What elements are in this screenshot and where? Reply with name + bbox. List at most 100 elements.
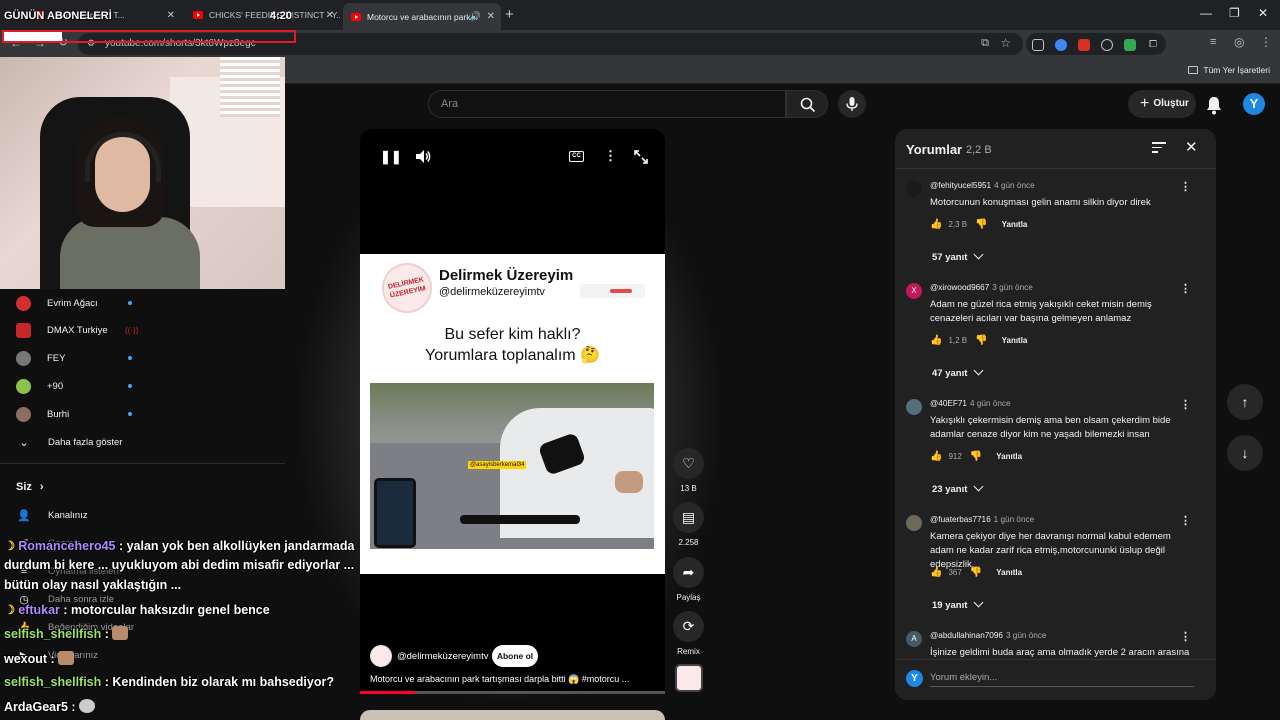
- comment-text: Yakışıklı çekermisin demiş ama ben olsam…: [930, 415, 1171, 440]
- close-tab-icon[interactable]: ✕: [326, 10, 334, 21]
- new-tab-icon[interactable]: +: [505, 6, 514, 23]
- comment-author[interactable]: @abdullahinan7096: [930, 631, 1003, 640]
- thumbs-up-icon[interactable]: 👍: [930, 219, 942, 230]
- sidebar-subscription[interactable]: +90: [16, 375, 136, 397]
- minimize-icon[interactable]: —: [1200, 6, 1212, 20]
- thumbs-down-icon[interactable]: 👎: [970, 451, 982, 462]
- next-short-preview[interactable]: [360, 710, 665, 720]
- channel-avatar: [16, 295, 31, 311]
- browser-menu-icon[interactable]: ⋮: [1260, 35, 1272, 49]
- video-progress-bar[interactable]: [360, 691, 665, 694]
- voice-search-button[interactable]: [838, 90, 866, 118]
- search-input[interactable]: Ara: [428, 90, 786, 118]
- browser-tab[interactable]: CHICKS' FEEDING INSTINCT - Y... ✕: [185, 4, 340, 26]
- like-button[interactable]: ♡: [673, 448, 704, 479]
- more-options-icon[interactable]: ⋮: [604, 148, 617, 164]
- close-tab-icon[interactable]: ✕: [167, 10, 175, 21]
- notifications-bell-icon[interactable]: [1203, 94, 1225, 116]
- close-tab-icon[interactable]: ✕: [487, 11, 495, 22]
- audio-playing-icon[interactable]: 🔊: [470, 11, 481, 22]
- comment-text: Kamera çekiyor diye her davranışı normal…: [930, 531, 1171, 570]
- view-replies-button[interactable]: 23 yanıt: [932, 481, 984, 495]
- comments-button[interactable]: ▤: [673, 502, 704, 533]
- sort-icon[interactable]: [1152, 142, 1166, 156]
- comment-author[interactable]: @fehityucel5951: [930, 181, 991, 190]
- create-button[interactable]: + Oluştur: [1128, 90, 1196, 118]
- comment-menu-icon[interactable]: ⋮: [1180, 398, 1191, 411]
- extension-icon[interactable]: [1055, 39, 1067, 51]
- channel-name[interactable]: @delirmeküzereyimtv: [397, 651, 488, 662]
- comment-author[interactable]: @40EF71: [930, 399, 967, 408]
- reading-list-icon[interactable]: ≡: [1210, 36, 1216, 48]
- sidebar-subscription[interactable]: Burhi: [16, 403, 136, 425]
- view-replies-button[interactable]: 19 yanıt: [932, 597, 984, 611]
- commenter-avatar[interactable]: [906, 181, 922, 197]
- chat-username: eftukar: [18, 603, 60, 617]
- show-more-button[interactable]: ⌄ Daha fazla göster: [16, 436, 122, 449]
- reply-button[interactable]: Yanıtla: [996, 568, 1022, 577]
- extension-icon[interactable]: [1101, 39, 1113, 51]
- volume-icon[interactable]: [415, 149, 432, 164]
- comment-author[interactable]: @xirowood9667: [930, 283, 989, 292]
- sound-thumbnail[interactable]: [675, 664, 703, 692]
- view-replies-button[interactable]: 47 yanıt: [932, 365, 984, 379]
- comment-menu-icon[interactable]: ⋮: [1180, 630, 1191, 643]
- previous-short-button[interactable]: ↑: [1227, 384, 1263, 420]
- close-icon[interactable]: ✕: [1185, 138, 1198, 156]
- comment-input[interactable]: Yorum ekleyin...: [930, 672, 1194, 687]
- sidebar-subscription[interactable]: DMAX Turkiye ((·)): [16, 319, 138, 341]
- share-button[interactable]: ➦: [673, 557, 704, 588]
- sidebar-subscription[interactable]: Evrim Ağacı: [16, 292, 136, 314]
- commenter-avatar[interactable]: [906, 515, 922, 531]
- captions-icon[interactable]: CC: [569, 151, 584, 162]
- view-replies-button[interactable]: 57 yanıt: [932, 249, 984, 263]
- close-window-icon[interactable]: ✕: [1258, 6, 1268, 20]
- extensions-puzzle-icon[interactable]: ⧠: [1147, 39, 1159, 51]
- subscribe-button[interactable]: Abone ol: [492, 645, 538, 667]
- cast-icon[interactable]: ⧉: [981, 37, 989, 50]
- extension-icon[interactable]: [1078, 39, 1090, 51]
- comment-menu-icon[interactable]: ⋮: [1180, 514, 1191, 527]
- reply-button[interactable]: Yanıtla: [1002, 220, 1028, 229]
- extension-icon[interactable]: [1124, 39, 1136, 51]
- all-bookmarks-button[interactable]: Tüm Yer İşaretleri: [1188, 65, 1270, 75]
- search-button[interactable]: [786, 90, 828, 118]
- comment-menu-icon[interactable]: ⋮: [1180, 282, 1191, 295]
- thumbs-down-icon[interactable]: 👎: [975, 219, 987, 230]
- account-avatar[interactable]: Y: [1243, 93, 1265, 115]
- remix-button[interactable]: ⟳: [673, 611, 704, 642]
- thumbs-down-icon[interactable]: 👎: [975, 335, 987, 346]
- video-caption[interactable]: Motorcu ve arabacının park tartışması da…: [370, 674, 660, 685]
- thumbs-up-icon[interactable]: 👍: [930, 335, 942, 346]
- comment-menu-icon[interactable]: ⋮: [1180, 180, 1191, 193]
- sidebar-subscription[interactable]: FEY: [16, 347, 136, 369]
- browser-tab-active[interactable]: Motorcu ve arabacının park... 🔊 ✕: [343, 3, 501, 30]
- profile-icon[interactable]: ◎: [1234, 35, 1244, 49]
- heart-icon: ♡: [682, 455, 695, 471]
- sidebar-item-your-channel[interactable]: 👤 Kanalınız: [16, 509, 87, 522]
- reply-button[interactable]: Yanıtla: [996, 452, 1022, 461]
- you-section-link[interactable]: Siz ›: [16, 481, 44, 493]
- commenter-avatar[interactable]: [906, 399, 922, 415]
- short-video-player[interactable]: ❚❚ CC ⋮ DELİRMEK ÜZEREYİM Delirmek Üzere…: [360, 129, 665, 694]
- youtube-favicon-icon: [351, 12, 361, 21]
- thumbs-up-icon[interactable]: 👍: [930, 451, 942, 462]
- reply-button[interactable]: Yanıtla: [1002, 336, 1028, 345]
- comments-count: 2,2 B: [966, 144, 992, 156]
- comment-composer: Y Yorum ekleyin...: [895, 659, 1216, 700]
- chat-text: :: [71, 700, 76, 714]
- commenter-avatar[interactable]: A: [906, 631, 922, 647]
- maximize-icon[interactable]: ❐: [1229, 6, 1240, 20]
- pause-icon[interactable]: ❚❚: [380, 149, 402, 165]
- fullscreen-icon[interactable]: [634, 150, 648, 164]
- next-short-button[interactable]: ↓: [1227, 435, 1263, 471]
- channel-avatar[interactable]: [370, 645, 392, 667]
- extension-icon[interactable]: [1032, 39, 1044, 51]
- subscription-label: Burhi: [47, 408, 70, 420]
- thumbs-up-icon[interactable]: 👍: [930, 567, 942, 578]
- bookmark-star-icon[interactable]: ☆: [1000, 36, 1011, 50]
- thumbs-down-icon[interactable]: 👎: [970, 567, 982, 578]
- comment-author[interactable]: @fuaterbas7716: [930, 515, 991, 524]
- commenter-avatar[interactable]: X: [906, 283, 922, 299]
- share-icon: ➦: [682, 564, 695, 580]
